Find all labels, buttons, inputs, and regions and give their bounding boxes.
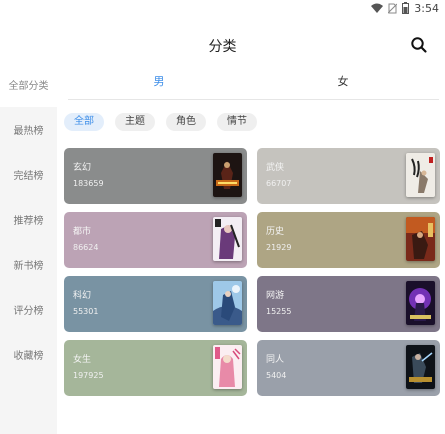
book-cover-image — [213, 281, 242, 325]
category-count: 183659 — [73, 179, 104, 188]
category-count: 86624 — [73, 243, 99, 252]
category-name: 玄幻 — [73, 163, 92, 173]
sidebar-item-rating[interactable]: 评分榜 — [0, 287, 57, 332]
category-card-tongren[interactable]: 同人 5404 — [257, 340, 440, 396]
book-cover-image — [213, 217, 242, 261]
book-cover-image — [406, 217, 435, 261]
category-card-lishi[interactable]: 历史 21929 — [257, 212, 440, 268]
filter-all[interactable]: 全部 — [64, 113, 104, 131]
category-card-nvsheng[interactable]: 女生 197925 — [64, 340, 247, 396]
category-name: 同人 — [266, 355, 285, 365]
category-card-dushi[interactable]: 都市 86624 — [64, 212, 247, 268]
category-card-xuanhuan[interactable]: 玄幻 183659 — [64, 148, 247, 204]
sidebar-item-label: 收藏榜 — [13, 351, 44, 362]
page-title: 分类 — [208, 39, 237, 55]
category-name: 都市 — [73, 227, 92, 237]
sidebar-item-label: 评分榜 — [13, 306, 44, 317]
sidebar-item-recommended[interactable]: 推荐榜 — [0, 197, 57, 242]
category-name: 科幻 — [73, 291, 92, 301]
category-name: 网游 — [266, 291, 285, 301]
sidebar-item-new-books[interactable]: 新书榜 — [0, 242, 57, 287]
category-card-wuxia[interactable]: 武侠 66707 — [257, 148, 440, 204]
filter-chips: 全部 主题 角色 情节 — [64, 113, 257, 131]
book-cover-image — [406, 281, 435, 325]
ranking-sidebar: 全部分类 最热榜 完结榜 推荐榜 新书榜 评分榜 收藏榜 — [0, 62, 57, 434]
sidebar-item-favorites[interactable]: 收藏榜 — [0, 332, 57, 377]
app-header: 分类 — [0, 30, 445, 60]
sidebar-item-hottest[interactable]: 最热榜 — [0, 107, 57, 152]
book-cover-image — [213, 345, 242, 389]
sidebar-item-completed[interactable]: 完结榜 — [0, 152, 57, 197]
gender-tabs: 男 女 — [57, 62, 445, 102]
battery-icon — [402, 2, 410, 14]
filter-plot[interactable]: 情节 — [217, 113, 257, 131]
tab-male[interactable]: 男 — [64, 62, 254, 102]
book-cover-image — [213, 153, 242, 197]
sidebar-item-label: 推荐榜 — [13, 216, 44, 227]
tab-divider — [68, 99, 439, 100]
sidebar-item-label: 全部分类 — [8, 81, 49, 92]
wifi-icon — [371, 3, 384, 13]
search-button[interactable] — [410, 36, 428, 54]
category-count: 15255 — [266, 307, 292, 316]
filter-role[interactable]: 角色 — [166, 113, 206, 131]
sidebar-item-label: 最热榜 — [13, 126, 44, 137]
category-count: 5404 — [266, 371, 287, 380]
category-name: 历史 — [266, 227, 285, 237]
no-sim-icon — [388, 3, 398, 14]
status-time: 3:54 — [414, 1, 439, 15]
status-bar: 3:54 — [0, 0, 445, 18]
sidebar-item-label: 新书榜 — [13, 261, 44, 272]
sidebar-item-label: 完结榜 — [13, 171, 44, 182]
category-count: 197925 — [73, 371, 104, 380]
category-card-wangyou[interactable]: 网游 15255 — [257, 276, 440, 332]
category-count: 55301 — [73, 307, 99, 316]
category-count: 21929 — [266, 243, 292, 252]
category-name: 女生 — [73, 355, 92, 365]
sidebar-item-all-categories[interactable]: 全部分类 — [0, 62, 57, 107]
category-card-kehuan[interactable]: 科幻 55301 — [64, 276, 247, 332]
search-icon — [411, 37, 427, 53]
category-count: 66707 — [266, 179, 292, 188]
book-cover-image — [406, 345, 435, 389]
tab-female[interactable]: 女 — [248, 62, 438, 102]
category-name: 武侠 — [266, 163, 285, 173]
filter-theme[interactable]: 主题 — [115, 113, 155, 131]
book-cover-image — [406, 153, 435, 197]
